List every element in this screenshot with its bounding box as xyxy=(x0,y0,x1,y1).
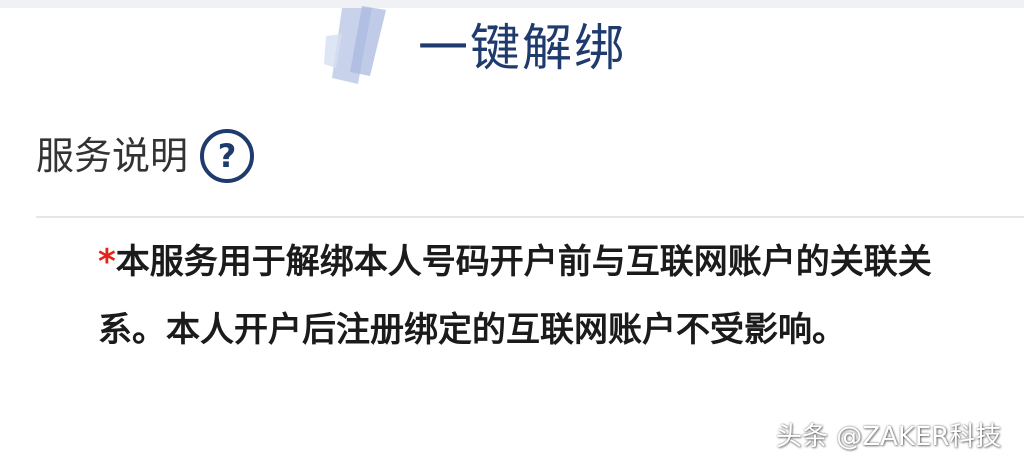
service-notice-text: 本服务用于解绑本人号码开户前与互联网账户的关联关系。本人开户后注册绑定的互联网账… xyxy=(98,242,932,350)
service-description-label: 服务说明 xyxy=(36,134,189,178)
brush-stroke-decoration-icon xyxy=(324,6,386,84)
question-circle-icon: ? xyxy=(217,137,237,175)
page-header: 一键解绑 xyxy=(320,6,720,88)
section-divider xyxy=(36,216,1024,218)
service-description-row: 服务说明 ? xyxy=(36,126,255,186)
required-asterisk: * xyxy=(98,242,116,282)
help-button[interactable]: ? xyxy=(200,129,255,183)
page-title: 一键解绑 xyxy=(418,19,626,77)
service-notice: *本服务用于解绑本人号码开户前与互联网账户的关联关系。本人开户后注册绑定的互联网… xyxy=(98,228,978,364)
watermark: 头条 @ZAKER科技 xyxy=(776,422,1002,452)
